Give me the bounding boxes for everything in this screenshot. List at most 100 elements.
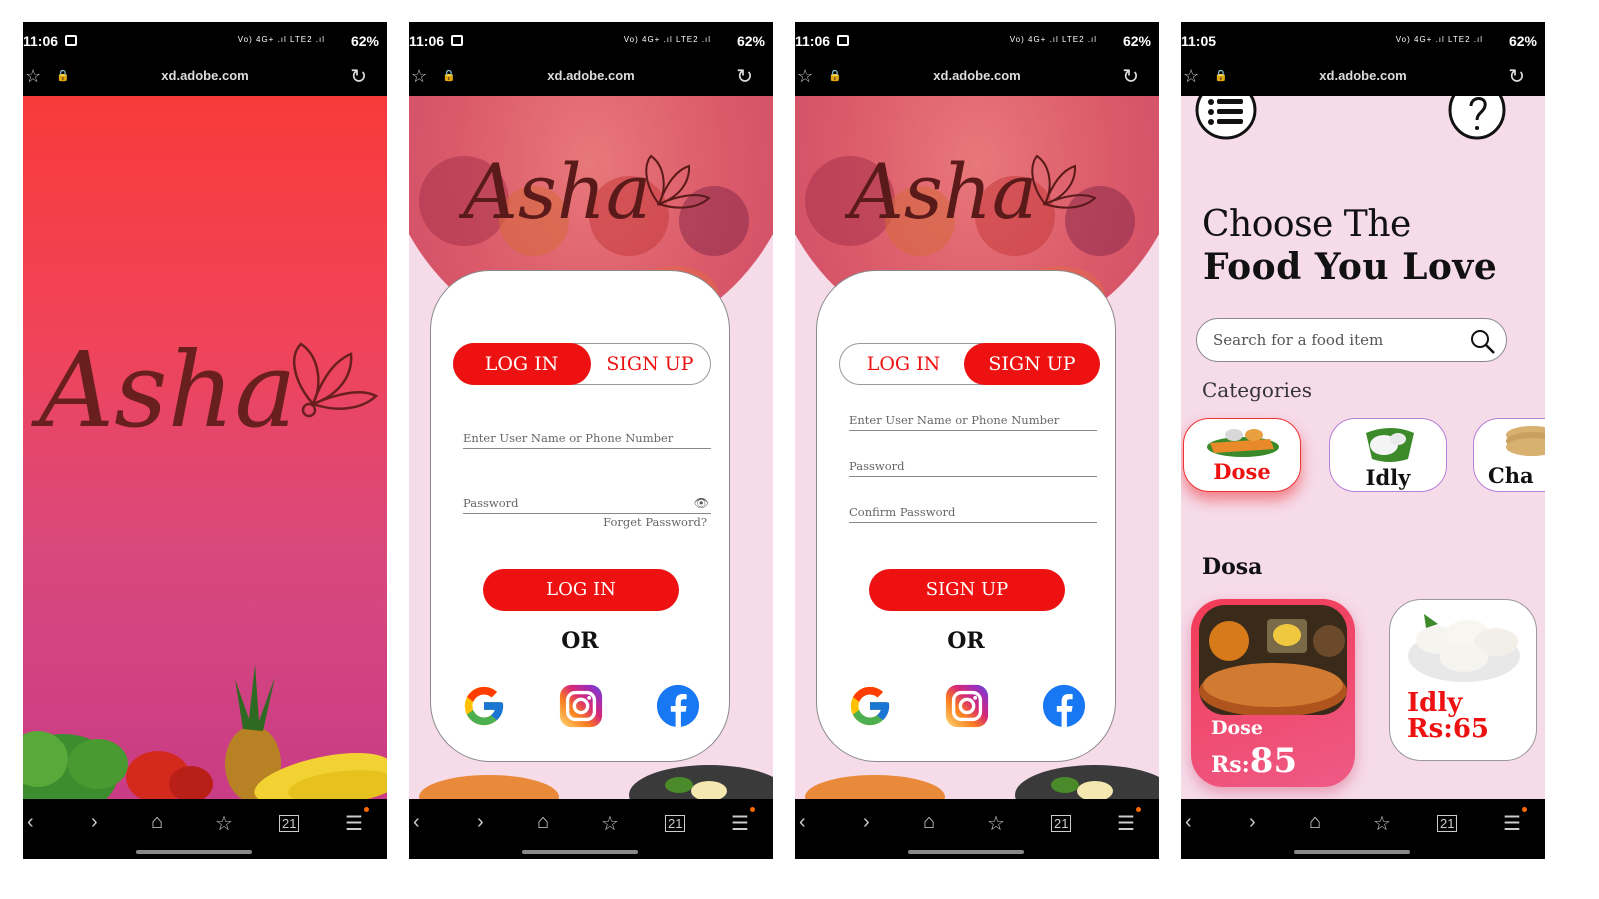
facebook-icon[interactable] xyxy=(1041,683,1087,729)
url-text[interactable]: xd.adobe.com xyxy=(409,68,773,83)
lotus-icon xyxy=(293,342,379,418)
confirm-password-field[interactable]: Confirm Password xyxy=(849,505,1097,523)
tabs-icon[interactable]: 21 xyxy=(1437,815,1458,832)
category-label: Idly xyxy=(1365,465,1411,490)
food-price: Rs:85 xyxy=(1211,741,1297,781)
menu-icon[interactable]: ☰ xyxy=(1117,811,1135,836)
url-text[interactable]: xd.adobe.com xyxy=(795,68,1159,83)
browser-url-bar[interactable]: ☆ 🔒 xd.adobe.com ↻ xyxy=(409,58,773,96)
username-field[interactable]: Enter User Name or Phone Number xyxy=(463,431,711,449)
food-name: Dose xyxy=(1211,717,1263,739)
notification-dot xyxy=(1522,807,1527,812)
status-time: 11:06 xyxy=(795,33,831,49)
phone-signup: 11:06 Vo) 4G+ .ıl LTE2 .ıl 62% ☆ 🔒 xd.ad… xyxy=(795,22,1159,859)
battery-level: 62% xyxy=(350,33,379,49)
search-icon[interactable] xyxy=(1468,327,1496,355)
google-icon[interactable] xyxy=(847,683,893,729)
logo-text: Asha xyxy=(845,147,1037,234)
bookmarks-icon[interactable]: ☆ xyxy=(215,811,233,836)
tabs-icon[interactable]: 21 xyxy=(665,815,686,832)
back-icon[interactable]: ‹ xyxy=(413,811,420,834)
category-dose[interactable]: Dose xyxy=(1183,418,1301,492)
tab-login[interactable]: LOG IN xyxy=(452,342,591,385)
instagram-icon[interactable] xyxy=(558,683,604,729)
phone-food: 11:05 Vo) 4G+ .ıl LTE2 .ıl 62% ☆ 🔒 xd.ad… xyxy=(1181,22,1545,859)
login-screen: Asha LOG IN SIGN UP Enter User Name or P… xyxy=(409,96,773,799)
tab-login[interactable]: LOG IN xyxy=(839,343,969,385)
password-placeholder: Password xyxy=(849,459,905,473)
back-icon[interactable]: ‹ xyxy=(27,811,34,834)
forward-icon[interactable]: › xyxy=(477,811,484,834)
home-icon[interactable]: ⌂ xyxy=(537,811,549,834)
signup-button[interactable]: SIGN UP xyxy=(869,569,1065,611)
menu-icon[interactable]: ☰ xyxy=(345,811,363,836)
gesture-handle[interactable] xyxy=(522,850,638,854)
forward-icon[interactable]: › xyxy=(863,811,870,834)
instagram-icon[interactable] xyxy=(944,683,990,729)
facebook-icon[interactable] xyxy=(655,683,701,729)
forgot-password-link[interactable]: Forget Password? xyxy=(603,515,707,529)
browser-url-bar[interactable]: ☆ 🔒 xd.adobe.com ↻ xyxy=(1181,58,1545,96)
username-field[interactable]: Enter User Name or Phone Number xyxy=(849,413,1097,431)
idly-thumbnail xyxy=(1366,428,1414,462)
category-idly[interactable]: Idly xyxy=(1329,418,1447,492)
status-time: 11:05 xyxy=(1181,33,1217,49)
browser-nav-bar: ‹ › ⌂ ☆ 21 ☰ xyxy=(409,799,773,859)
forward-icon[interactable]: › xyxy=(91,811,98,834)
login-button[interactable]: LOG IN xyxy=(483,569,679,611)
reload-icon[interactable]: ↻ xyxy=(1508,64,1525,89)
search-input[interactable]: Search for a food item xyxy=(1196,318,1507,362)
tab-signup[interactable]: SIGN UP xyxy=(964,342,1100,385)
category-chapati[interactable]: Cha xyxy=(1473,418,1545,492)
tabs-icon[interactable]: 21 xyxy=(1051,815,1072,832)
password-field[interactable]: Password 👁 xyxy=(463,496,711,514)
forward-icon[interactable]: › xyxy=(1249,811,1256,834)
lotus-icon xyxy=(1031,154,1097,209)
gesture-handle[interactable] xyxy=(1294,850,1410,854)
url-text[interactable]: xd.adobe.com xyxy=(1181,68,1545,83)
bookmarks-icon[interactable]: ☆ xyxy=(601,811,619,836)
home-icon[interactable]: ⌂ xyxy=(923,811,935,834)
section-title: Dosa xyxy=(1202,554,1263,580)
bookmarks-icon[interactable]: ☆ xyxy=(987,811,1005,836)
food-strip-image xyxy=(805,765,1159,799)
back-icon[interactable]: ‹ xyxy=(799,811,806,834)
fruits-illustration xyxy=(23,664,387,799)
idly-image xyxy=(1408,614,1520,682)
tabs-icon[interactable]: 21 xyxy=(279,815,300,832)
password-field[interactable]: Password xyxy=(849,459,1097,477)
food-card-dose[interactable]: Dose Rs:85 xyxy=(1191,599,1355,787)
tab-signup[interactable]: SIGN UP xyxy=(590,343,710,385)
menu-icon[interactable]: ☰ xyxy=(731,811,749,836)
signup-card: LOG IN SIGN UP Enter User Name or Phone … xyxy=(816,270,1116,762)
battery-level: 62% xyxy=(1122,33,1151,49)
logo-text: Asha xyxy=(459,147,651,234)
logo-text: Asha xyxy=(31,329,296,446)
google-icon[interactable] xyxy=(461,683,507,729)
status-time: 11:06 xyxy=(409,33,445,49)
gesture-handle[interactable] xyxy=(908,850,1024,854)
bookmarks-icon[interactable]: ☆ xyxy=(1373,811,1391,836)
search-placeholder: Search for a food item xyxy=(1213,331,1384,349)
or-divider: OR xyxy=(561,628,599,654)
reload-icon[interactable]: ↻ xyxy=(1122,64,1139,89)
back-icon[interactable]: ‹ xyxy=(1185,811,1192,834)
password-placeholder: Password xyxy=(463,496,519,510)
menu-icon[interactable]: ☰ xyxy=(1503,811,1521,836)
splash-screen: Asha xyxy=(23,96,387,799)
reload-icon[interactable]: ↻ xyxy=(736,64,753,89)
food-card-idly[interactable]: Idly Rs:65 xyxy=(1389,599,1537,761)
browser-url-bar[interactable]: ☆ 🔒 xd.adobe.com ↻ xyxy=(23,58,387,96)
help-icon[interactable] xyxy=(1447,96,1507,140)
browser-url-bar[interactable]: ☆ 🔒 xd.adobe.com ↻ xyxy=(795,58,1159,96)
dosa-image xyxy=(1199,605,1347,715)
url-text[interactable]: xd.adobe.com xyxy=(23,68,387,83)
home-icon[interactable]: ⌂ xyxy=(1309,811,1321,834)
menu-list-icon[interactable] xyxy=(1195,96,1257,140)
home-icon[interactable]: ⌂ xyxy=(151,811,163,834)
gesture-handle[interactable] xyxy=(136,850,252,854)
confirm-password-placeholder: Confirm Password xyxy=(849,505,956,519)
reload-icon[interactable]: ↻ xyxy=(350,64,367,89)
asha-logo: Asha xyxy=(459,147,711,234)
eye-icon[interactable]: 👁 xyxy=(694,496,709,510)
